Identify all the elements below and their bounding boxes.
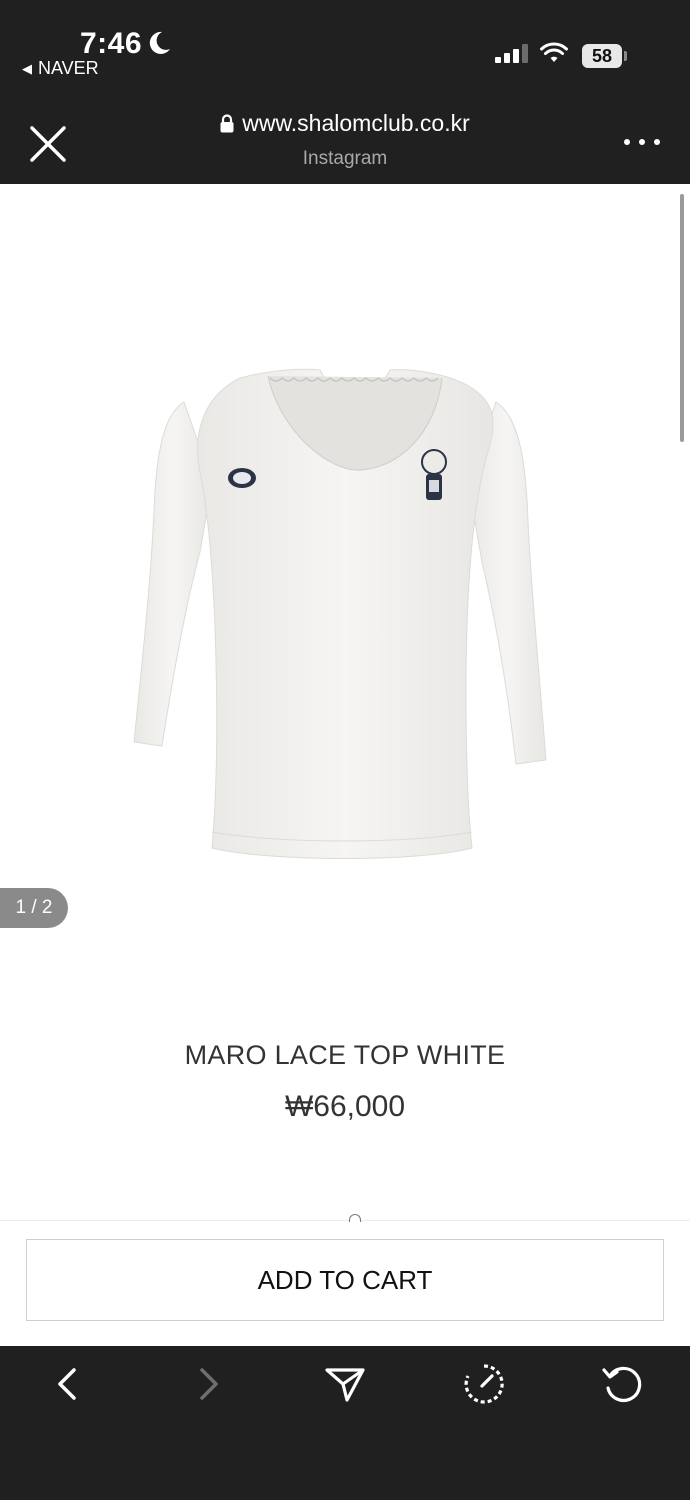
url-area[interactable]: www.shalomclub.co.kr Instagram — [0, 110, 690, 170]
add-to-cart-button[interactable]: ADD TO CART — [26, 1239, 664, 1321]
product-price: ₩66,000 — [284, 1090, 406, 1123]
refresh-icon[interactable] — [600, 1362, 644, 1406]
back-to-app-button[interactable]: ◀ NAVER — [22, 58, 99, 79]
slide-counter: 1 / 2 — [0, 888, 68, 928]
cellular-signal-icon — [495, 44, 528, 63]
battery-icon: 58 — [582, 44, 622, 68]
url-text: www.shalomclub.co.kr — [242, 110, 470, 136]
share-icon[interactable] — [323, 1362, 367, 1406]
moon-icon — [149, 31, 170, 54]
page-subtitle: Instagram — [302, 148, 388, 169]
speed-icon[interactable] — [462, 1362, 506, 1406]
back-triangle-icon: ◀ — [22, 60, 32, 76]
forward-icon[interactable] — [186, 1362, 230, 1406]
scrollbar[interactable] — [680, 194, 684, 442]
back-app-label: NAVER — [38, 58, 99, 78]
wifi-icon — [540, 42, 568, 62]
product-name: MARO LACE TOP WHITE — [184, 1040, 506, 1070]
logo-patch-left — [228, 468, 256, 488]
status-time: 7:46 — [80, 27, 143, 60]
product-image[interactable] — [120, 362, 560, 872]
back-icon[interactable] — [46, 1362, 90, 1406]
lock-icon — [220, 114, 234, 133]
more-icon[interactable] — [624, 132, 660, 152]
panel-handle-icon[interactable] — [349, 1214, 361, 1222]
battery-nub — [624, 51, 627, 61]
